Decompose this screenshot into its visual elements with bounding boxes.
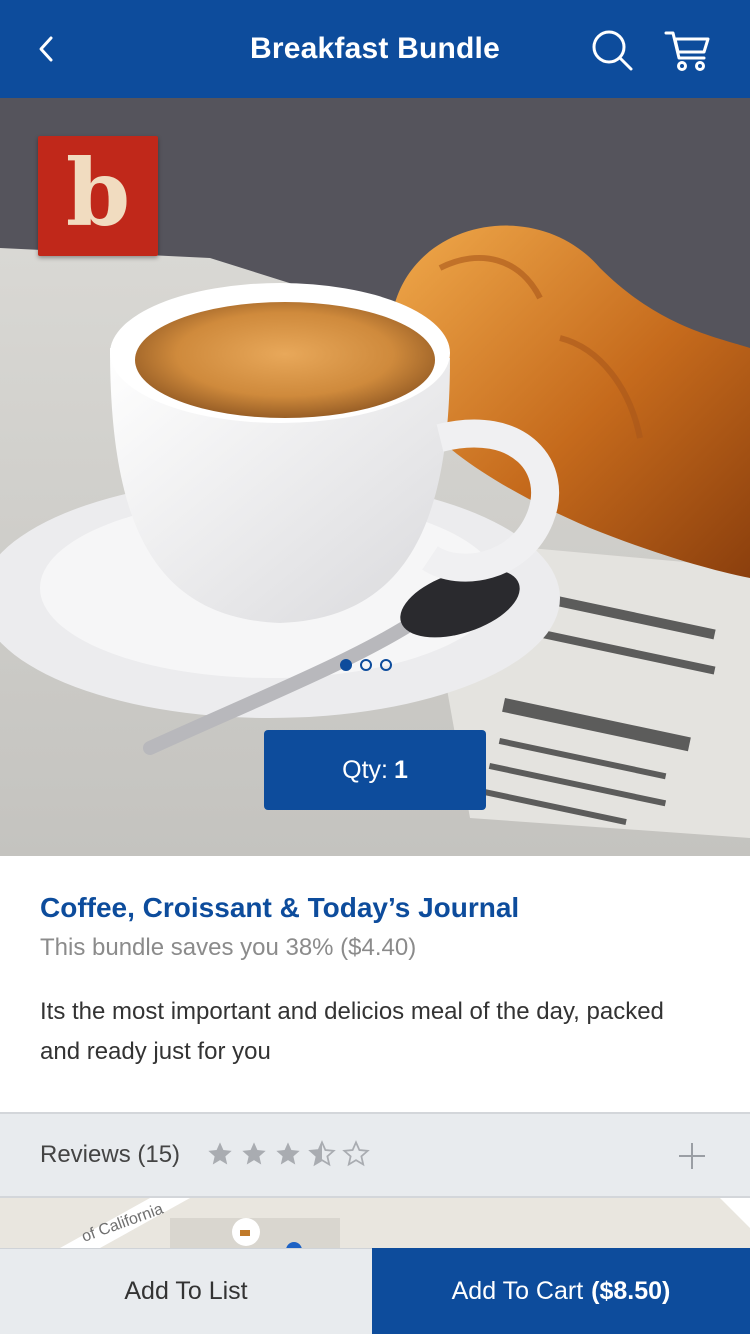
product-title: Coffee, Croissant & Today’s Journal <box>40 892 520 923</box>
plus-icon[interactable] <box>676 1140 708 1172</box>
add-to-cart-label: Add To Cart <box>451 1276 584 1305</box>
star-rating <box>206 1140 370 1168</box>
star-half-icon <box>308 1140 336 1167</box>
store-map[interactable]: of California <box>0 1198 750 1248</box>
add-to-list-button[interactable]: Add To List <box>0 1248 372 1334</box>
quantity-value: 1 <box>393 755 408 784</box>
bundle-savings: This bundle saves you 38% ($4.40) <box>40 934 417 961</box>
carousel-dot-1[interactable] <box>340 659 352 671</box>
search-icon <box>592 30 633 71</box>
product-image-carousel[interactable]: b Qty: 1 <box>0 98 750 856</box>
back-button[interactable] <box>26 26 66 72</box>
carousel-dot-2[interactable] <box>360 659 372 671</box>
cart-button[interactable] <box>664 28 712 72</box>
carousel-dots <box>340 659 392 671</box>
quantity-label: Qty: <box>342 755 388 784</box>
add-to-cart-button[interactable]: Add To Cart ($8.50) <box>372 1248 750 1334</box>
quantity-button[interactable]: Qty: 1 <box>264 730 486 810</box>
reviews-label: Reviews (15) <box>40 1141 181 1168</box>
star-full-icon <box>242 1142 266 1165</box>
star-empty-icon <box>342 1140 370 1167</box>
app-header: Breakfast Bundle <box>0 0 750 98</box>
brand-logo-letter: b <box>65 139 131 247</box>
page-title: Breakfast Bundle <box>250 32 500 65</box>
carousel-dot-3[interactable] <box>380 659 392 671</box>
cart-icon <box>664 31 710 71</box>
reviews-row[interactable]: Reviews (15) <box>0 1112 750 1198</box>
product-info: Coffee, Croissant & Today’s Journal This… <box>0 856 750 1112</box>
chevron-left-icon <box>39 36 53 62</box>
star-full-icon <box>276 1142 300 1165</box>
search-button[interactable] <box>590 28 634 72</box>
product-description: Its the most important and delicios meal… <box>40 998 664 1065</box>
add-to-list-label: Add To List <box>124 1277 248 1305</box>
star-full-icon <box>208 1142 232 1165</box>
brand-logo: b <box>38 136 158 256</box>
add-to-cart-price: ($8.50) <box>591 1276 671 1305</box>
map-graphic: of California <box>0 1198 750 1248</box>
